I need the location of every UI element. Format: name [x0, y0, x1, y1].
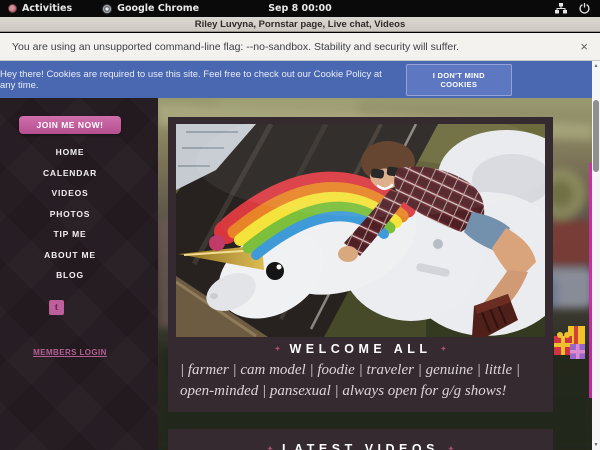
sidebar-nav: HOME CALENDAR VIDEOS PHOTOS TIP ME ABOUT…	[0, 142, 140, 286]
welcome-description: | farmer | cam model | foodie | traveler…	[176, 360, 545, 402]
tumblr-icon[interactable]: t	[49, 300, 64, 315]
sidebar: JOIN ME NOW! HOME CALENDAR VIDEOS PHOTOS…	[0, 98, 158, 450]
diamond-ornament-icon: ✦	[448, 445, 454, 450]
system-top-bar: Activities Google Chrome Sep 8 00:00	[0, 0, 600, 17]
latest-videos-panel: ✦ LATEST VIDEOS ✦	[168, 429, 553, 450]
sidebar-item-photos[interactable]: PHOTOS	[0, 204, 140, 225]
infobar-message: You are using an unsupported command-lin…	[0, 41, 459, 53]
sidebar-item-blog[interactable]: BLOG	[0, 265, 140, 286]
members-login-link[interactable]: MEMBERS LOGIN	[33, 348, 107, 357]
hero-photo	[176, 124, 545, 337]
welcome-heading-text: WELCOME ALL	[289, 342, 431, 356]
join-me-now-button[interactable]: JOIN ME NOW!	[19, 116, 121, 134]
sidebar-item-tip-me[interactable]: TIP ME	[0, 224, 140, 245]
latest-videos-heading-text: LATEST VIDEOS	[282, 442, 439, 450]
diamond-ornament-icon: ✦	[267, 445, 273, 450]
cookie-notice-bar: Hey there! Cookies are required to use t…	[0, 61, 592, 98]
scrollbar-up-arrow-icon[interactable]: ▲	[592, 61, 600, 71]
window-title: Riley Luvyna, Pornstar page, Live chat, …	[195, 19, 405, 30]
scrollbar-down-arrow-icon[interactable]: ▼	[592, 440, 600, 450]
scrollbar[interactable]: ▲ ▼	[592, 61, 600, 450]
diamond-ornament-icon: ✦	[275, 345, 281, 353]
cookie-message: Hey there! Cookies are required to use t…	[0, 69, 392, 91]
clock[interactable]: Sep 8 00:00	[0, 3, 600, 14]
welcome-panel: ✦ WELCOME ALL ✦ | farmer | cam model | f…	[168, 117, 553, 412]
panel-gap	[168, 412, 553, 429]
cookie-accept-button[interactable]: I DON'T MIND COOKIES	[406, 64, 512, 96]
window-title-bar: Riley Luvyna, Pornstar page, Live chat, …	[0, 17, 600, 32]
latest-videos-heading: ✦ LATEST VIDEOS ✦	[168, 442, 553, 450]
scrollbar-thumb[interactable]	[593, 100, 599, 172]
chrome-infobar: You are using an unsupported command-lin…	[0, 33, 600, 61]
diamond-ornament-icon: ✦	[441, 345, 447, 353]
sidebar-item-calendar[interactable]: CALENDAR	[0, 163, 140, 184]
main-content: ✦ WELCOME ALL ✦ | farmer | cam model | f…	[168, 117, 553, 450]
web-page: Hey there! Cookies are required to use t…	[0, 61, 600, 450]
infobar-close-icon[interactable]: ×	[580, 40, 588, 53]
sidebar-item-videos[interactable]: VIDEOS	[0, 183, 140, 204]
sidebar-item-home[interactable]: HOME	[0, 142, 140, 163]
sidebar-item-about-me[interactable]: ABOUT ME	[0, 245, 140, 266]
welcome-heading: ✦ WELCOME ALL ✦	[176, 342, 545, 356]
screen: Activities Google Chrome Sep 8 00:00	[0, 0, 600, 450]
